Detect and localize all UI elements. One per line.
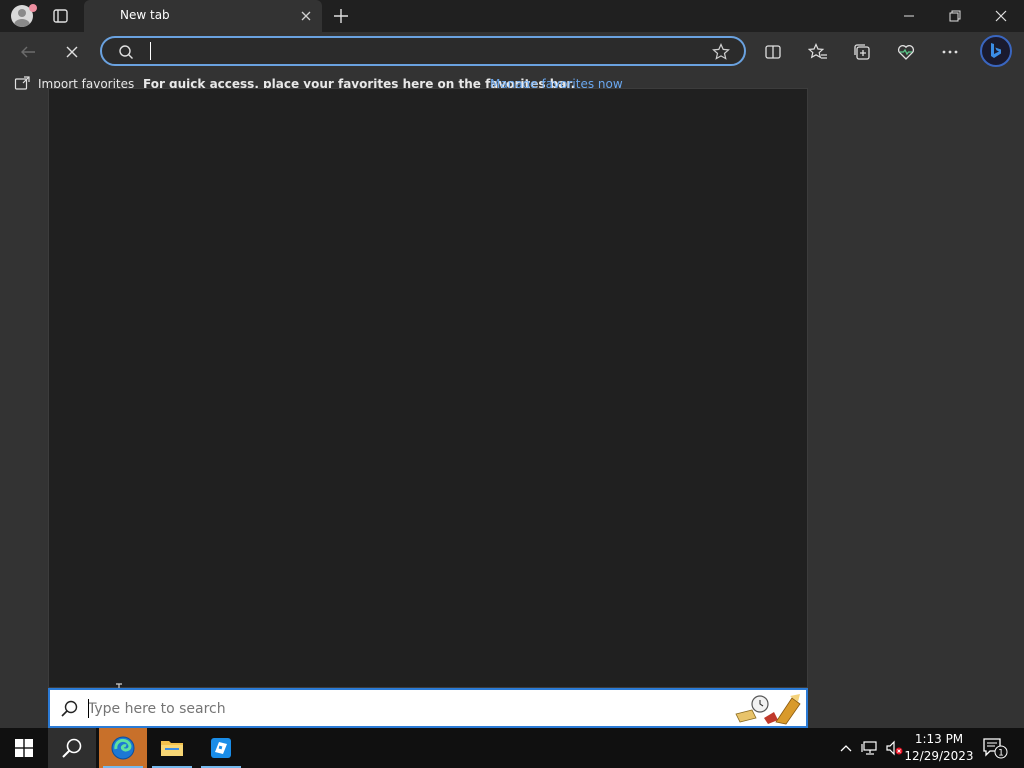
edge-icon [111,736,135,760]
clock-date: 12/29/2023 [904,749,974,763]
tab-actions-icon[interactable] [48,6,72,26]
clock-time: 1:13 PM [914,732,964,746]
volume-muted-icon[interactable] [884,738,904,758]
show-hidden-icons-chevron-icon[interactable] [836,738,856,758]
search-highlight-doodle-icon[interactable] [730,692,802,726]
favorites-icon[interactable] [804,38,832,66]
close-tab-icon[interactable] [298,8,314,24]
address-input[interactable] [148,41,708,61]
back-arrow-icon[interactable] [14,38,42,66]
network-icon[interactable] [860,738,880,758]
taskbar-roblox-studio[interactable] [197,728,245,768]
restore-icon[interactable] [932,0,978,32]
taskbar-file-explorer[interactable] [148,728,196,768]
add-favorite-star-icon[interactable] [712,43,730,61]
roblox-studio-icon [211,738,231,758]
notification-count: 1 [998,749,1004,759]
search-icon [60,700,78,718]
windows-start-icon [15,739,33,757]
close-window-icon[interactable] [978,0,1024,32]
notification-center-icon[interactable]: 1 [982,736,1008,760]
title-bar: New tab [0,0,1024,32]
taskbar: 1:13 PM 12/29/2023 1 [0,728,1024,768]
stop-loading-icon[interactable] [58,38,86,66]
browser-essentials-icon[interactable] [892,38,920,66]
start-button[interactable] [0,728,48,768]
minimize-icon[interactable] [886,0,932,32]
tab-new-tab[interactable]: New tab [84,0,322,32]
start-search-panel [48,88,808,688]
search-caret [88,699,89,718]
browser-toolbar [0,32,1024,72]
taskbar-search-box[interactable] [48,688,808,728]
split-screen-icon[interactable] [759,38,787,66]
search-icon [118,44,134,60]
profile-avatar[interactable] [9,4,37,28]
address-bar[interactable] [100,36,746,66]
bing-copilot-icon[interactable] [980,35,1012,67]
profile-notification-dot [29,4,37,12]
more-options-icon[interactable] [936,38,964,66]
taskbar-search-button[interactable] [48,728,96,768]
new-tab-plus-icon[interactable] [330,5,352,27]
tab-title: New tab [120,8,170,22]
collections-icon[interactable] [848,38,876,66]
taskbar-edge[interactable] [99,728,147,768]
search-icon [62,738,82,758]
system-clock[interactable]: 1:13 PM 12/29/2023 [904,731,974,765]
search-input[interactable] [88,699,688,719]
address-caret [150,42,151,60]
import-icon [14,76,30,90]
file-explorer-icon [161,741,183,756]
